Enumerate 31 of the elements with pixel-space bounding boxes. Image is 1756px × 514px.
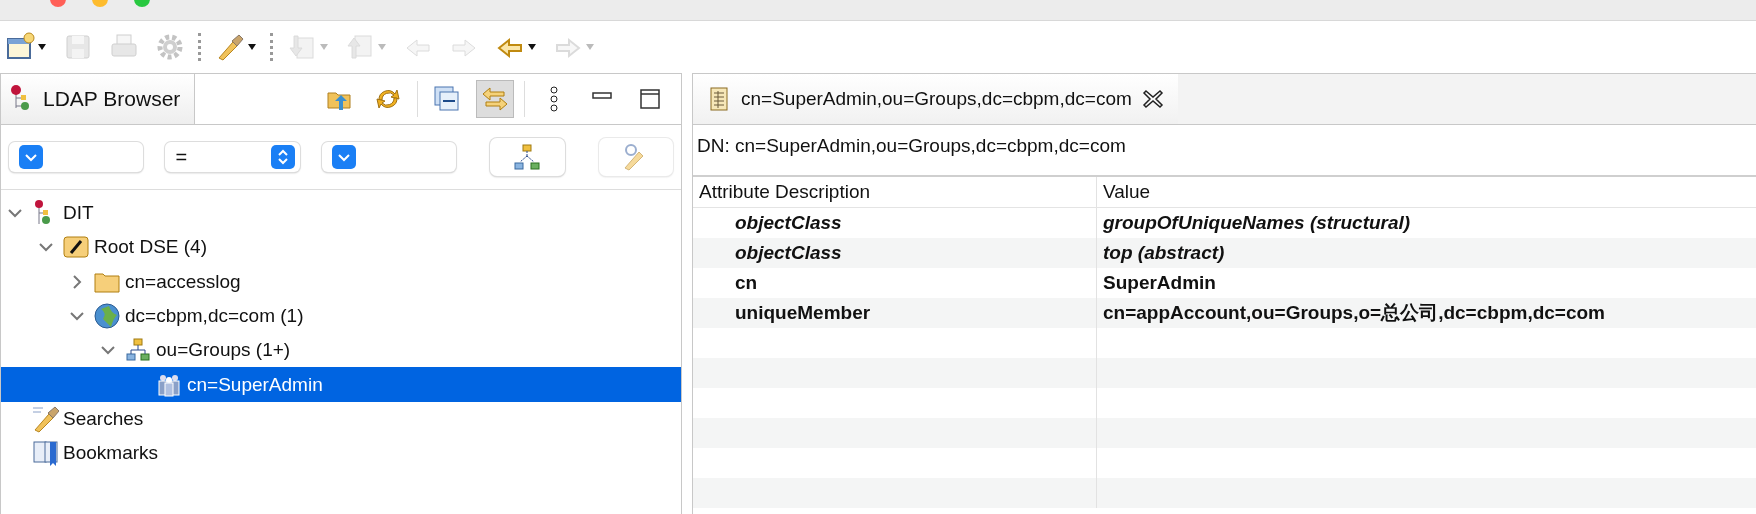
globe-icon — [93, 301, 121, 332]
table-cell-text: cn=appAccount,ou=Groups,o=总公司,dc=cbpm,dc=com — [1102, 301, 1605, 325]
table-cell-text: SuperAdmin — [1102, 272, 1216, 294]
table-cell: objectClass — [693, 238, 1097, 268]
dropdown[interactable] — [321, 142, 457, 172]
table-cell-text: top (abstract) — [1102, 242, 1225, 264]
dropdown[interactable] — [9, 142, 144, 172]
chevron-icon[interactable] — [270, 145, 295, 169]
view-tab[interactable]: LDAP Browser — [1, 74, 195, 124]
table-cell: uniqueMember — [693, 298, 1097, 328]
tree-item[interactable]: cn=SuperAdmin — [1, 367, 681, 402]
column-header[interactable]: Value — [1097, 181, 1151, 203]
window-icon[interactable] — [5, 32, 35, 62]
tree-item[interactable]: ou=Groups (1+) — [1, 333, 681, 368]
chevron-icon[interactable] — [19, 145, 43, 169]
book-icon — [31, 438, 59, 469]
tree-item[interactable]: Root DSE (4) — [1, 230, 681, 265]
tree-item[interactable]: cn=accesslog — [1, 264, 681, 299]
chevron-icon[interactable] — [331, 145, 356, 169]
tree-item[interactable]: Searches — [1, 401, 681, 437]
tree-item[interactable]: Bookmarks — [1, 436, 681, 471]
dn-label: DN: cn=SuperAdmin,ou=Groups,dc=cbpm,dc=com — [693, 125, 1756, 177]
column-header[interactable]: Attribute Description — [693, 177, 1097, 207]
hierarchy-button[interactable] — [490, 138, 565, 176]
operator-dropdown[interactable]: = — [165, 142, 300, 172]
hierarchy-icon[interactable] — [512, 142, 543, 172]
close-icon[interactable] — [1141, 88, 1164, 110]
tree-item[interactable]: dc=cbpm,dc=com (1) — [1, 298, 681, 334]
table-cell-text: groupOfUniqueNames (structural) — [1102, 212, 1411, 234]
table-icon — [707, 84, 731, 114]
tree-item[interactable]: DIT — [1, 196, 681, 231]
